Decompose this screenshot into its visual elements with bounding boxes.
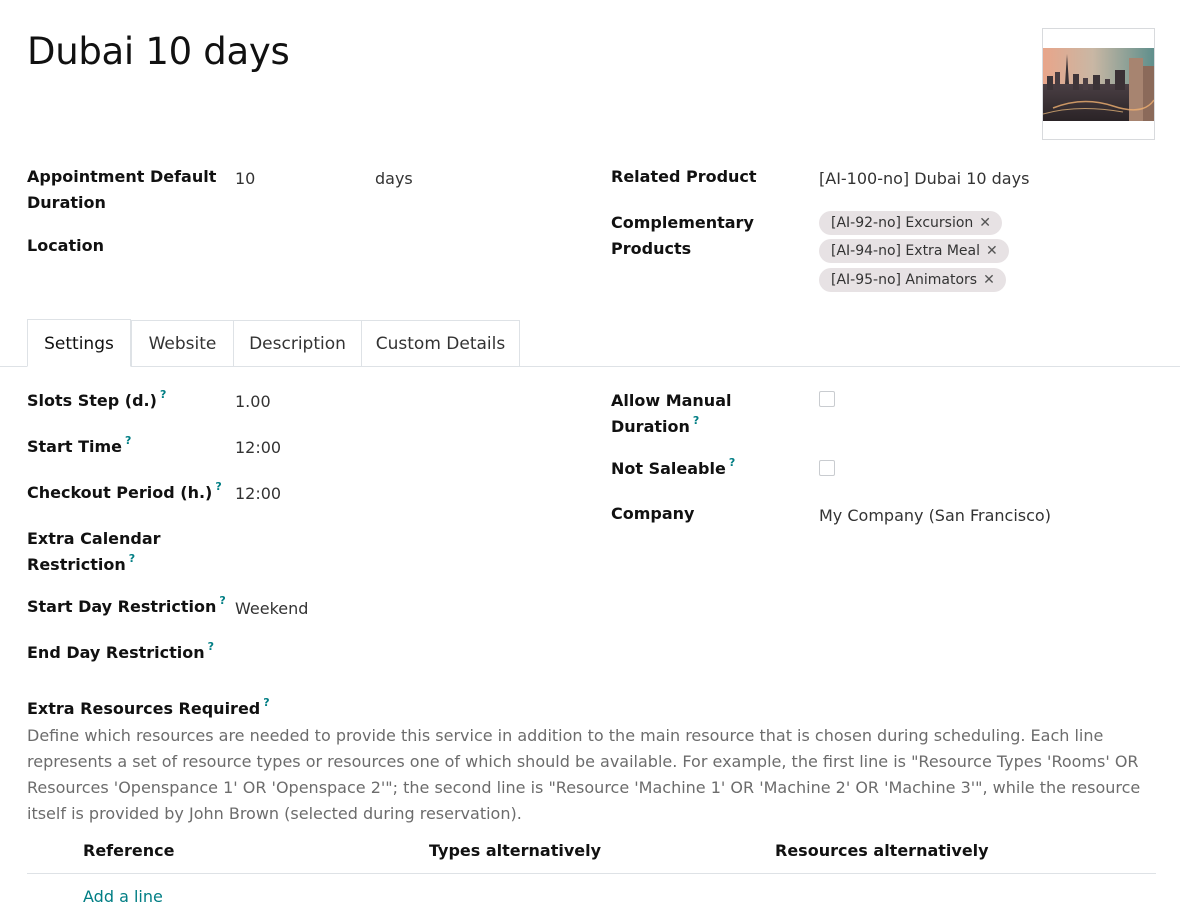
help-icon[interactable]: ? — [215, 480, 221, 493]
complementary-label-line2: Products — [611, 239, 692, 258]
tab-website[interactable]: Website — [131, 320, 234, 366]
help-icon[interactable]: ? — [160, 388, 166, 401]
checkout-period-label-text: Checkout Period (h.) — [27, 483, 213, 502]
help-icon[interactable]: ? — [263, 696, 269, 709]
slots-step-value[interactable]: 1.00 — [235, 389, 271, 415]
help-icon[interactable]: ? — [125, 434, 131, 447]
tag-label: [AI-94-no] Extra Meal — [831, 243, 981, 259]
start-time-value[interactable]: 12:00 — [235, 435, 281, 461]
column-header-reference[interactable]: Reference — [83, 838, 174, 864]
page-title[interactable]: Dubai 10 days — [27, 30, 290, 73]
dubai-skyline-image — [1043, 48, 1154, 121]
duration-unit: days — [375, 169, 413, 188]
tag-label: [AI-92-no] Excursion — [831, 215, 974, 231]
related-product-label: Related Product — [611, 167, 757, 186]
allow-manual-duration-checkbox[interactable] — [819, 391, 835, 407]
duration-value[interactable]: 10 — [235, 166, 255, 192]
related-product-value[interactable]: [AI-100-no] Dubai 10 days — [819, 166, 1029, 192]
start-day-restriction-value[interactable]: Weekend — [235, 596, 308, 622]
allow-manual-label-line2: Duration — [611, 417, 690, 436]
start-day-label-text: Start Day Restriction — [27, 597, 217, 616]
duration-label: Appointment Default Duration — [27, 164, 216, 216]
start-day-restriction-label: Start Day Restriction? — [27, 594, 226, 620]
complementary-label-line1: Complementary — [611, 213, 754, 232]
start-time-label: Start Time? — [27, 434, 131, 460]
tab-settings[interactable]: Settings — [27, 319, 131, 367]
extra-calendar-label-line2: Restriction — [27, 555, 126, 574]
start-time-label-text: Start Time — [27, 437, 122, 456]
checkout-period-label: Checkout Period (h.)? — [27, 480, 222, 506]
duration-label-line1: Appointment Default — [27, 167, 217, 186]
complementary-tag[interactable]: [AI-92-no] Excursion ✕ — [819, 211, 1003, 235]
not-saleable-checkbox[interactable] — [819, 460, 835, 476]
complementary-tag[interactable]: [AI-94-no] Extra Meal ✕ — [819, 239, 1009, 263]
allow-manual-duration-label: Allow Manual Duration? — [611, 388, 731, 440]
extra-resources-label-text: Extra Resources Required — [27, 699, 261, 718]
slots-step-label: Slots Step (d.)? — [27, 388, 166, 414]
extra-calendar-restriction-label: Extra Calendar Restriction? — [27, 526, 161, 578]
column-header-types-alternatively[interactable]: Types alternatively — [429, 838, 601, 864]
tab-custom-details[interactable]: Custom Details — [361, 320, 520, 366]
help-icon[interactable]: ? — [729, 456, 735, 469]
allow-manual-label-line1: Allow Manual — [611, 391, 732, 410]
product-image[interactable] — [1042, 28, 1155, 140]
extra-resources-label: Extra Resources Required? — [27, 696, 270, 722]
remove-tag-icon[interactable]: ✕ — [983, 272, 995, 288]
not-saleable-label-text: Not Saleable — [611, 459, 726, 478]
table-header-divider — [27, 873, 1156, 874]
tag-label: [AI-95-no] Animators — [831, 272, 978, 288]
not-saleable-label: Not Saleable? — [611, 456, 735, 482]
complementary-products-label: Complementary Products — [611, 210, 754, 262]
remove-tag-icon[interactable]: ✕ — [986, 243, 998, 259]
slots-step-label-text: Slots Step (d.) — [27, 391, 157, 410]
add-line-link[interactable]: Add a line — [83, 884, 163, 910]
tab-description[interactable]: Description — [233, 320, 362, 366]
end-day-label-text: End Day Restriction — [27, 643, 205, 662]
help-icon[interactable]: ? — [219, 594, 225, 607]
extra-calendar-label-line1: Extra Calendar — [27, 529, 161, 548]
location-label: Location — [27, 236, 104, 255]
help-icon[interactable]: ? — [129, 552, 135, 565]
remove-tag-icon[interactable]: ✕ — [979, 215, 991, 231]
complementary-tag[interactable]: [AI-95-no] Animators ✕ — [819, 268, 1006, 292]
extra-resources-description: Define which resources are needed to pro… — [27, 726, 1141, 823]
company-value[interactable]: My Company (San Francisco) — [819, 503, 1051, 529]
company-label: Company — [611, 504, 695, 523]
end-day-restriction-label: End Day Restriction? — [27, 640, 214, 666]
duration-label-line2: Duration — [27, 193, 106, 212]
help-icon[interactable]: ? — [208, 640, 214, 653]
checkout-period-value[interactable]: 12:00 — [235, 481, 281, 507]
column-header-resources-alternatively[interactable]: Resources alternatively — [775, 838, 989, 864]
help-icon[interactable]: ? — [693, 414, 699, 427]
